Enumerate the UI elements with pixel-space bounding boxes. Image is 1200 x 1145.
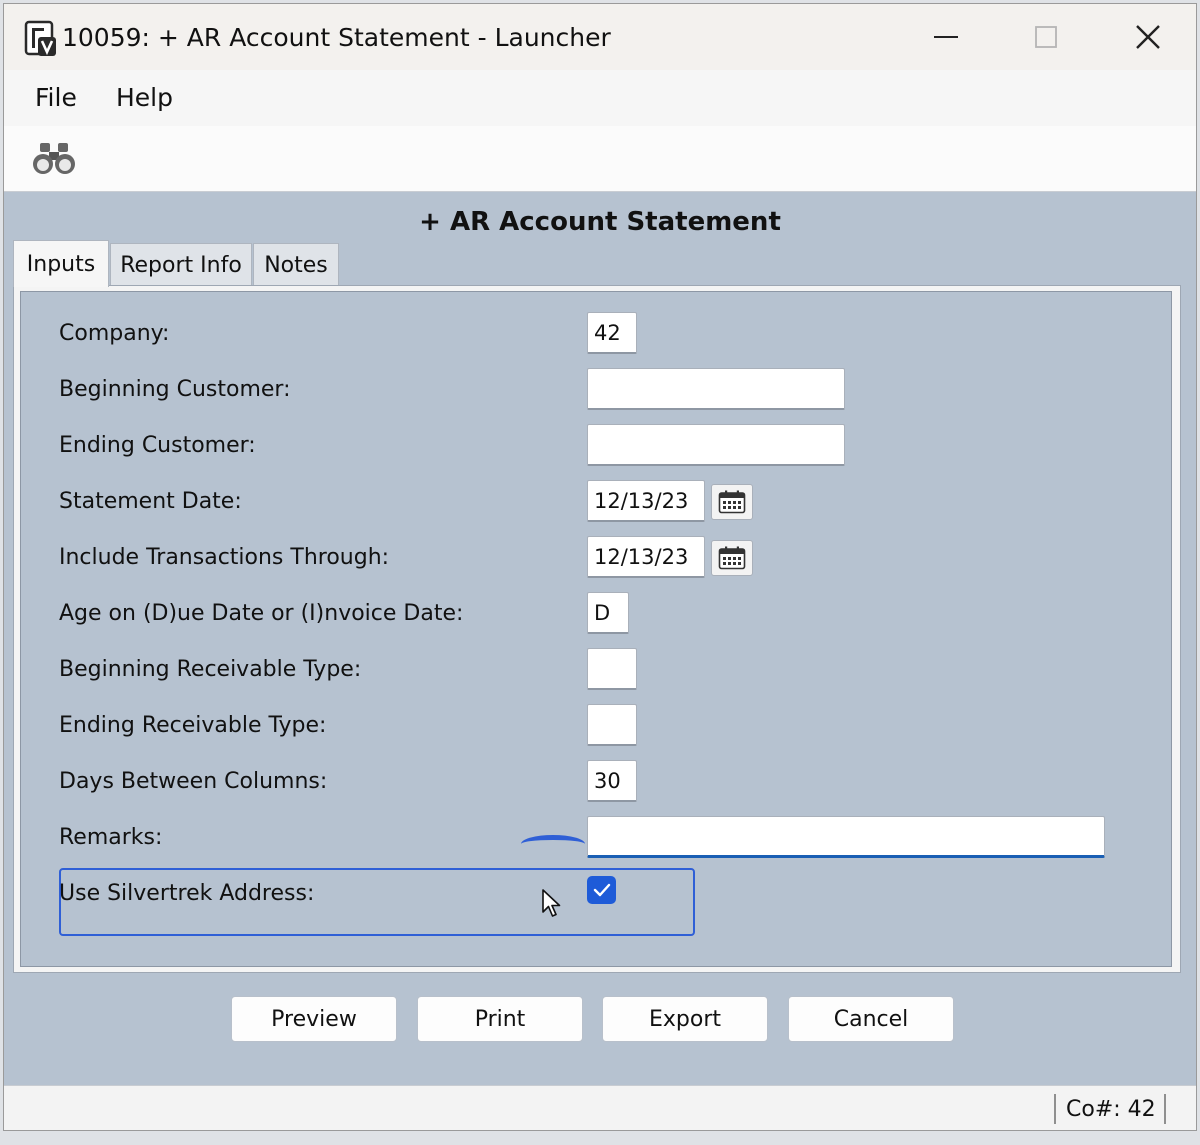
include-through-calendar-button[interactable] — [711, 540, 753, 576]
tab-inputs[interactable]: Inputs — [13, 240, 109, 287]
days-between-columns-label: Days Between Columns: — [59, 769, 328, 794]
close-icon — [1136, 25, 1160, 49]
minimize-button[interactable] — [916, 14, 976, 60]
statement-date-label: Statement Date: — [59, 489, 242, 514]
age-on-label: Age on (D)ue Date or (I)nvoice Date: — [59, 601, 464, 626]
beginning-customer-input[interactable] — [587, 368, 845, 410]
inputs-panel: Company: Beginning Customer: Ending Cust… — [13, 285, 1181, 973]
status-separator — [1164, 1094, 1166, 1124]
tab-report-info[interactable]: Report Info — [110, 243, 252, 287]
menu-file[interactable]: File — [35, 83, 77, 112]
days-between-columns-input[interactable] — [587, 760, 637, 802]
binoculars-icon[interactable] — [31, 140, 77, 178]
use-silvertrek-address-checkbox[interactable] — [587, 876, 616, 904]
inputs-panel-content: Company: Beginning Customer: Ending Cust… — [20, 291, 1172, 967]
mouse-cursor-icon — [542, 889, 561, 917]
status-bar: Co#: 42 — [4, 1085, 1196, 1130]
beginning-customer-label: Beginning Customer: — [59, 377, 291, 402]
app-icon — [24, 20, 56, 56]
calendar-icon — [718, 546, 746, 570]
form-title: + AR Account Statement — [419, 207, 781, 237]
ending-receivable-type-label: Ending Receivable Type: — [59, 713, 327, 738]
include-through-label: Include Transactions Through: — [59, 545, 390, 570]
maximize-button[interactable] — [1016, 14, 1076, 60]
statement-date-calendar-button[interactable] — [711, 484, 753, 520]
include-through-input[interactable] — [587, 536, 705, 578]
export-button[interactable]: Export — [602, 996, 768, 1042]
remarks-input[interactable] — [587, 816, 1105, 858]
calendar-icon — [718, 490, 746, 514]
status-company: Co#: 42 — [1066, 1097, 1156, 1122]
maximize-icon — [1035, 26, 1057, 48]
statement-date-input[interactable] — [587, 480, 705, 522]
beginning-receivable-type-label: Beginning Receivable Type: — [59, 657, 362, 682]
tab-notes[interactable]: Notes — [253, 243, 339, 287]
menu-bar: File Help — [4, 70, 1196, 126]
ending-receivable-type-input[interactable] — [587, 704, 637, 746]
status-separator — [1054, 1094, 1056, 1124]
title-bar: 10059: + AR Account Statement - Launcher — [4, 4, 1196, 70]
focus-indicator — [521, 835, 585, 853]
preview-button[interactable]: Preview — [231, 996, 397, 1042]
ending-customer-label: Ending Customer: — [59, 433, 256, 458]
company-label: Company: — [59, 321, 170, 346]
remarks-label: Remarks: — [59, 825, 163, 850]
cancel-button[interactable]: Cancel — [788, 996, 954, 1042]
form-area: + AR Account Statement Inputs Report Inf… — [4, 192, 1196, 1085]
use-silvertrek-address-label: Use Silvertrek Address: — [59, 881, 315, 906]
checkmark-icon — [593, 883, 610, 897]
window-title: 10059: + AR Account Statement - Launcher — [62, 23, 611, 52]
menu-help[interactable]: Help — [116, 83, 173, 112]
print-button[interactable]: Print — [417, 996, 583, 1042]
beginning-receivable-type-input[interactable] — [587, 648, 637, 690]
ending-customer-input[interactable] — [587, 424, 845, 466]
age-on-input[interactable] — [587, 592, 629, 634]
launcher-window: 10059: + AR Account Statement - Launcher… — [3, 3, 1197, 1131]
toolbar — [4, 126, 1196, 192]
minimize-icon — [934, 36, 958, 38]
company-input[interactable] — [587, 312, 637, 354]
close-button[interactable] — [1118, 14, 1178, 60]
